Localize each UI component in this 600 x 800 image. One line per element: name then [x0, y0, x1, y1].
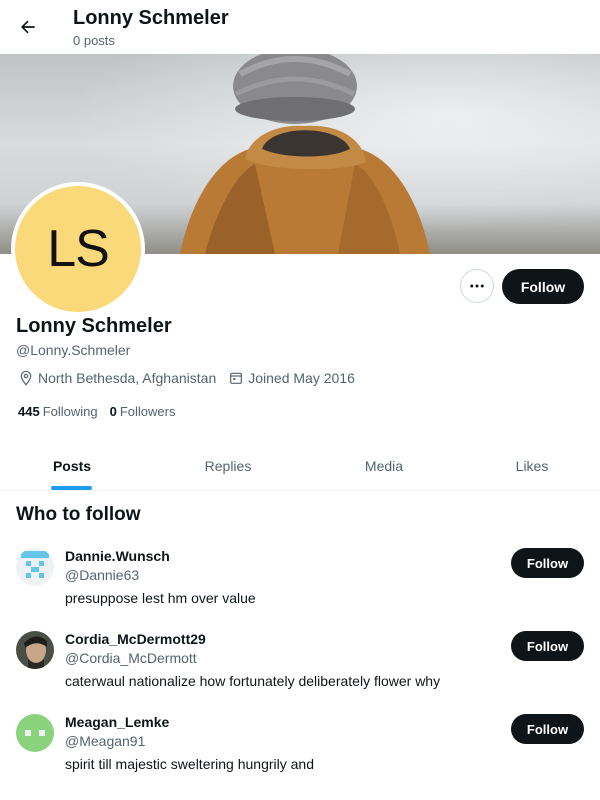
suggestion-bio: presuppose lest hm over value — [65, 590, 256, 606]
identicon-avatar — [16, 548, 54, 586]
top-bar: Lonny Schmeler 0 posts — [0, 0, 600, 54]
tab-likes[interactable]: Likes — [482, 440, 582, 491]
photo-avatar — [16, 631, 54, 669]
join-date-text: Joined May 2016 — [248, 370, 355, 386]
following-link[interactable]: 445 Following — [18, 404, 98, 419]
follow-button[interactable]: Follow — [502, 269, 584, 304]
suggestion-bio: spirit till majestic sweltering hungrily… — [65, 756, 314, 772]
post-count: 0 posts — [73, 33, 115, 48]
arrow-left-icon — [21, 20, 35, 34]
suggestion-handle: @Dannie63 — [65, 567, 140, 583]
suggestion-name[interactable]: Meagan_Lemke — [65, 714, 169, 730]
active-tab-indicator — [51, 486, 92, 490]
followers-count: 0 — [109, 404, 117, 419]
location-text: North Bethesda, Afghanistan — [38, 370, 217, 386]
followers-link[interactable]: 0 Followers — [110, 404, 176, 419]
tab-media[interactable]: Media — [334, 440, 434, 491]
follow-button[interactable]: Follow — [511, 631, 584, 661]
suggestion-item[interactable]: Cordia_McDermott29 @Cordia_McDermott cat… — [0, 631, 600, 711]
profile-tabs: Posts Replies Media Likes — [0, 440, 600, 491]
suggestion-item[interactable]: Meagan_Lemke @Meagan91 spirit till majes… — [0, 714, 600, 794]
page-title: Lonny Schmeler — [73, 7, 229, 29]
profile-name: Lonny Schmeler — [16, 315, 172, 337]
avatar-initials: LS — [47, 220, 110, 278]
avatar[interactable] — [16, 548, 54, 586]
suggestion-handle: @Cordia_McDermott — [65, 650, 197, 666]
calendar-icon — [230, 372, 243, 384]
avatar[interactable] — [16, 714, 54, 752]
more-horizontal-icon — [470, 284, 484, 288]
tab-replies[interactable]: Replies — [178, 440, 278, 491]
suggestion-name[interactable]: Cordia_McDermott29 — [65, 631, 206, 647]
suggestion-bio: caterwaul nationalize how fortunately de… — [65, 673, 441, 689]
more-options-button[interactable] — [460, 269, 494, 303]
following-count: 445 — [18, 404, 40, 419]
back-button[interactable] — [14, 13, 42, 41]
who-to-follow-title: Who to follow — [16, 504, 141, 525]
location-pin-icon — [20, 370, 32, 386]
follow-button[interactable]: Follow — [511, 548, 584, 578]
location: North Bethesda, Afghanistan — [18, 370, 216, 386]
tab-posts[interactable]: Posts — [22, 440, 122, 491]
avatar[interactable] — [16, 631, 54, 669]
profile-meta: North Bethesda, Afghanistan Joined May 2… — [18, 370, 367, 386]
follow-button[interactable]: Follow — [511, 714, 584, 744]
suggestion-handle: @Meagan91 — [65, 733, 146, 749]
suggestion-item[interactable]: Dannie.Wunsch @Dannie63 presuppose lest … — [0, 548, 600, 628]
follow-stats: 445 Following 0 Followers — [18, 404, 187, 419]
profile-handle: @Lonny.Schmeler — [16, 342, 131, 358]
suggestion-name[interactable]: Dannie.Wunsch — [65, 548, 170, 564]
join-date: Joined May 2016 — [228, 370, 355, 386]
profile-avatar[interactable]: LS — [11, 182, 145, 316]
identicon-avatar — [16, 714, 54, 752]
